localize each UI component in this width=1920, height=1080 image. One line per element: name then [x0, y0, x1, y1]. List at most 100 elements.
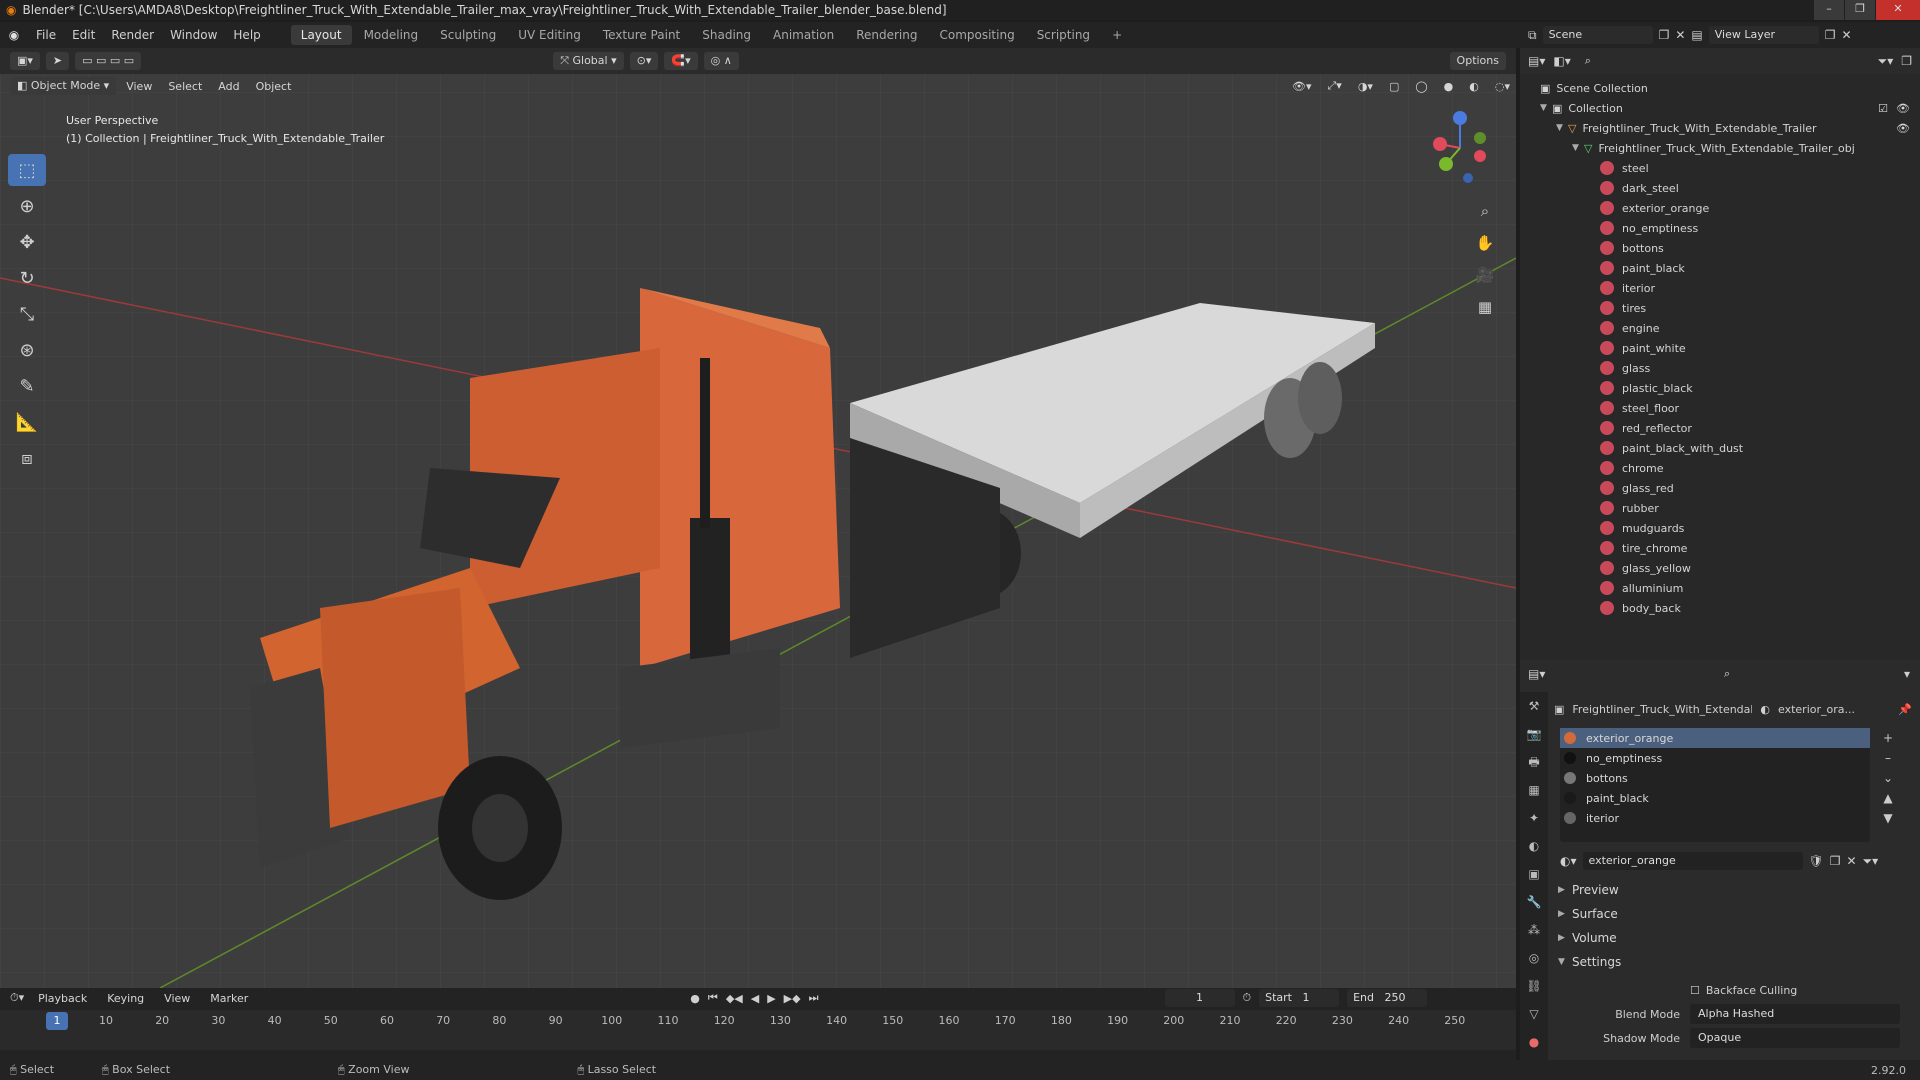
viewport-menu-add[interactable]: Add [212, 80, 245, 93]
object-mode-dropdown[interactable]: ◧ Object Mode ▾ [10, 77, 117, 95]
xray-icon[interactable]: ▢ [1383, 80, 1405, 93]
tab-render-icon[interactable]: 📷 [1520, 720, 1548, 748]
timeline-ruler[interactable]: 1 10 20 30 40 50 60 70 80 90 100 110 120 130 140 150 16… [0, 1010, 1516, 1050]
shading-material-icon[interactable]: ◐ [1463, 80, 1485, 93]
viewport-menu-object[interactable]: Object [250, 80, 298, 93]
tab-view-layer-icon[interactable]: ▦ [1520, 776, 1548, 804]
playhead[interactable]: 1 [46, 1012, 68, 1030]
delete-view-layer-icon[interactable]: ✕ [1842, 28, 1852, 42]
material-slot[interactable]: bottons [1560, 768, 1870, 788]
material-item[interactable]: plastic_black [1528, 378, 1920, 398]
options-dropdown[interactable]: Options [1449, 52, 1506, 70]
pivot-point-icon[interactable]: ⊙▾ [629, 52, 659, 70]
shadow-mode-dropdown[interactable]: Opaque [1690, 1028, 1900, 1048]
move-slot-up-icon[interactable]: ▲ [1878, 788, 1898, 808]
shading-rendered-icon[interactable]: ◌▾ [1489, 80, 1516, 93]
timeline-menu-marker[interactable]: Marker [204, 992, 254, 1005]
close-button[interactable]: ✕ [1876, 0, 1920, 20]
play-reverse-icon[interactable]: ◀ [751, 992, 759, 1005]
tab-scripting[interactable]: Scripting [1027, 25, 1100, 45]
tab-data-icon[interactable]: ▽ [1520, 1000, 1548, 1028]
overlays-icon[interactable]: ◑▾ [1352, 80, 1379, 93]
backface-culling-checkbox[interactable]: ☐ [1690, 984, 1700, 997]
blend-mode-dropdown[interactable]: Alpha Hashed [1690, 1004, 1900, 1024]
add-workspace-button[interactable]: + [1102, 25, 1132, 45]
material-item[interactable]: body_back [1528, 598, 1920, 618]
transform-tool-icon[interactable]: ⊛ [8, 334, 46, 366]
collection-checkbox[interactable]: ☑ [1878, 102, 1888, 115]
material-item[interactable]: dark_steel [1528, 178, 1920, 198]
material-item[interactable]: tires [1528, 298, 1920, 318]
display-mode-icon[interactable]: ◧▾ [1553, 54, 1570, 68]
material-browse-icon[interactable]: ◐▾ [1560, 854, 1577, 868]
add-cube-tool-icon[interactable]: ⧈ [8, 442, 46, 474]
duplicate-material-icon[interactable]: ❐ [1830, 854, 1841, 868]
zoom-icon[interactable]: ⌕ [1472, 198, 1498, 224]
gizmo-icon[interactable]: ⤢▾ [1321, 79, 1347, 93]
pan-hand-icon[interactable]: ✋ [1472, 230, 1498, 256]
object-eye-icon[interactable]: 👁 [1896, 122, 1910, 135]
material-item[interactable]: no_emptiness [1528, 218, 1920, 238]
section-preview[interactable]: ▶ Preview [1550, 878, 1920, 902]
tab-object-icon[interactable]: ▣ [1520, 860, 1548, 888]
outliner-editor-icon[interactable]: ▤▾ [1528, 54, 1545, 68]
material-item[interactable]: engine [1528, 318, 1920, 338]
section-volume[interactable]: ▶ Volume [1550, 926, 1920, 950]
material-item[interactable]: paint_black_with_dust [1528, 438, 1920, 458]
select-mode-icon[interactable]: ▭ ▭ ▭ ▭ [75, 52, 142, 70]
play-icon[interactable]: ▶ [767, 992, 775, 1005]
material-slot[interactable]: paint_black [1560, 788, 1870, 808]
material-item[interactable]: tire_chrome [1528, 538, 1920, 558]
fake-user-icon[interactable]: 🛡 [1809, 854, 1824, 868]
blender-menu-icon[interactable]: ◉ [0, 28, 28, 42]
material-slot[interactable]: exterior_orange [1560, 728, 1870, 748]
new-scene-icon[interactable]: ❐ [1659, 28, 1670, 42]
menu-help[interactable]: Help [225, 28, 268, 42]
current-frame-field[interactable]: 1 [1164, 989, 1235, 1007]
material-slot[interactable]: iterior [1560, 808, 1870, 828]
timeline-menu-view[interactable]: View [158, 992, 196, 1005]
visibility-icon[interactable]: 👁▾ [1286, 80, 1318, 93]
camera-view-icon[interactable]: 🎥 [1472, 262, 1498, 288]
tab-world-icon[interactable]: ◐ [1520, 832, 1548, 860]
new-collection-icon[interactable]: ❐ [1901, 54, 1912, 68]
navigation-gizmo[interactable] [1420, 108, 1500, 188]
material-item[interactable]: chrome [1528, 458, 1920, 478]
material-slot[interactable]: no_emptiness [1560, 748, 1870, 768]
tab-modeling[interactable]: Modeling [354, 25, 429, 45]
tab-animation[interactable]: Animation [763, 25, 844, 45]
view-layer-selector[interactable]: View Layer [1708, 26, 1819, 44]
tab-layout[interactable]: Layout [290, 25, 352, 45]
scale-tool-icon[interactable]: ⤡ [8, 298, 46, 330]
tab-texture-paint[interactable]: Texture Paint [593, 25, 690, 45]
material-name-field[interactable]: exterior_orange [1582, 852, 1803, 870]
material-item[interactable]: iterior [1528, 278, 1920, 298]
add-slot-icon[interactable]: + [1878, 728, 1898, 748]
menu-window[interactable]: Window [162, 28, 225, 42]
cursor-tool-icon[interactable]: ⊕ [8, 190, 46, 222]
tab-output-icon[interactable]: 🖶 [1520, 748, 1548, 776]
section-surface[interactable]: ▶ Surface [1550, 902, 1920, 926]
material-item[interactable]: glass_red [1528, 478, 1920, 498]
scene-selector[interactable]: Scene [1542, 26, 1653, 44]
material-item[interactable]: mudguards [1528, 518, 1920, 538]
3d-viewport[interactable]: ▣▾ ➤ ▭ ▭ ▭ ▭ ⤧ Global ▾ ⊙▾ 🧲▾ ◎ ∧ Option… [0, 48, 1516, 988]
jump-end-icon[interactable]: ⏭ [809, 991, 819, 1005]
annotate-tool-icon[interactable]: ✎ [8, 370, 46, 402]
material-item[interactable]: bottons [1528, 238, 1920, 258]
measure-tool-icon[interactable]: 📐 [8, 406, 46, 438]
timeline-menu-keying[interactable]: Keying [101, 992, 150, 1005]
tab-compositing[interactable]: Compositing [929, 25, 1024, 45]
tree-collection[interactable]: ▼ ▣ Collection ☑ 👁 [1528, 98, 1920, 118]
eye-icon[interactable]: 👁 [1896, 102, 1910, 115]
snap-icon[interactable]: 🧲▾ [664, 52, 698, 70]
slot-menu-icon[interactable]: ⌄ [1878, 768, 1898, 788]
rotate-tool-icon[interactable]: ↻ [8, 262, 46, 294]
shading-solid-icon[interactable]: ● [1438, 80, 1460, 93]
material-item[interactable]: glass_yellow [1528, 558, 1920, 578]
remove-slot-icon[interactable]: – [1878, 748, 1898, 768]
properties-editor-icon[interactable]: ▤▾ [1528, 667, 1545, 681]
tab-uv-editing[interactable]: UV Editing [508, 25, 591, 45]
tab-constraints-icon[interactable]: ⛓ [1520, 972, 1548, 1000]
tab-sculpting[interactable]: Sculpting [430, 25, 506, 45]
